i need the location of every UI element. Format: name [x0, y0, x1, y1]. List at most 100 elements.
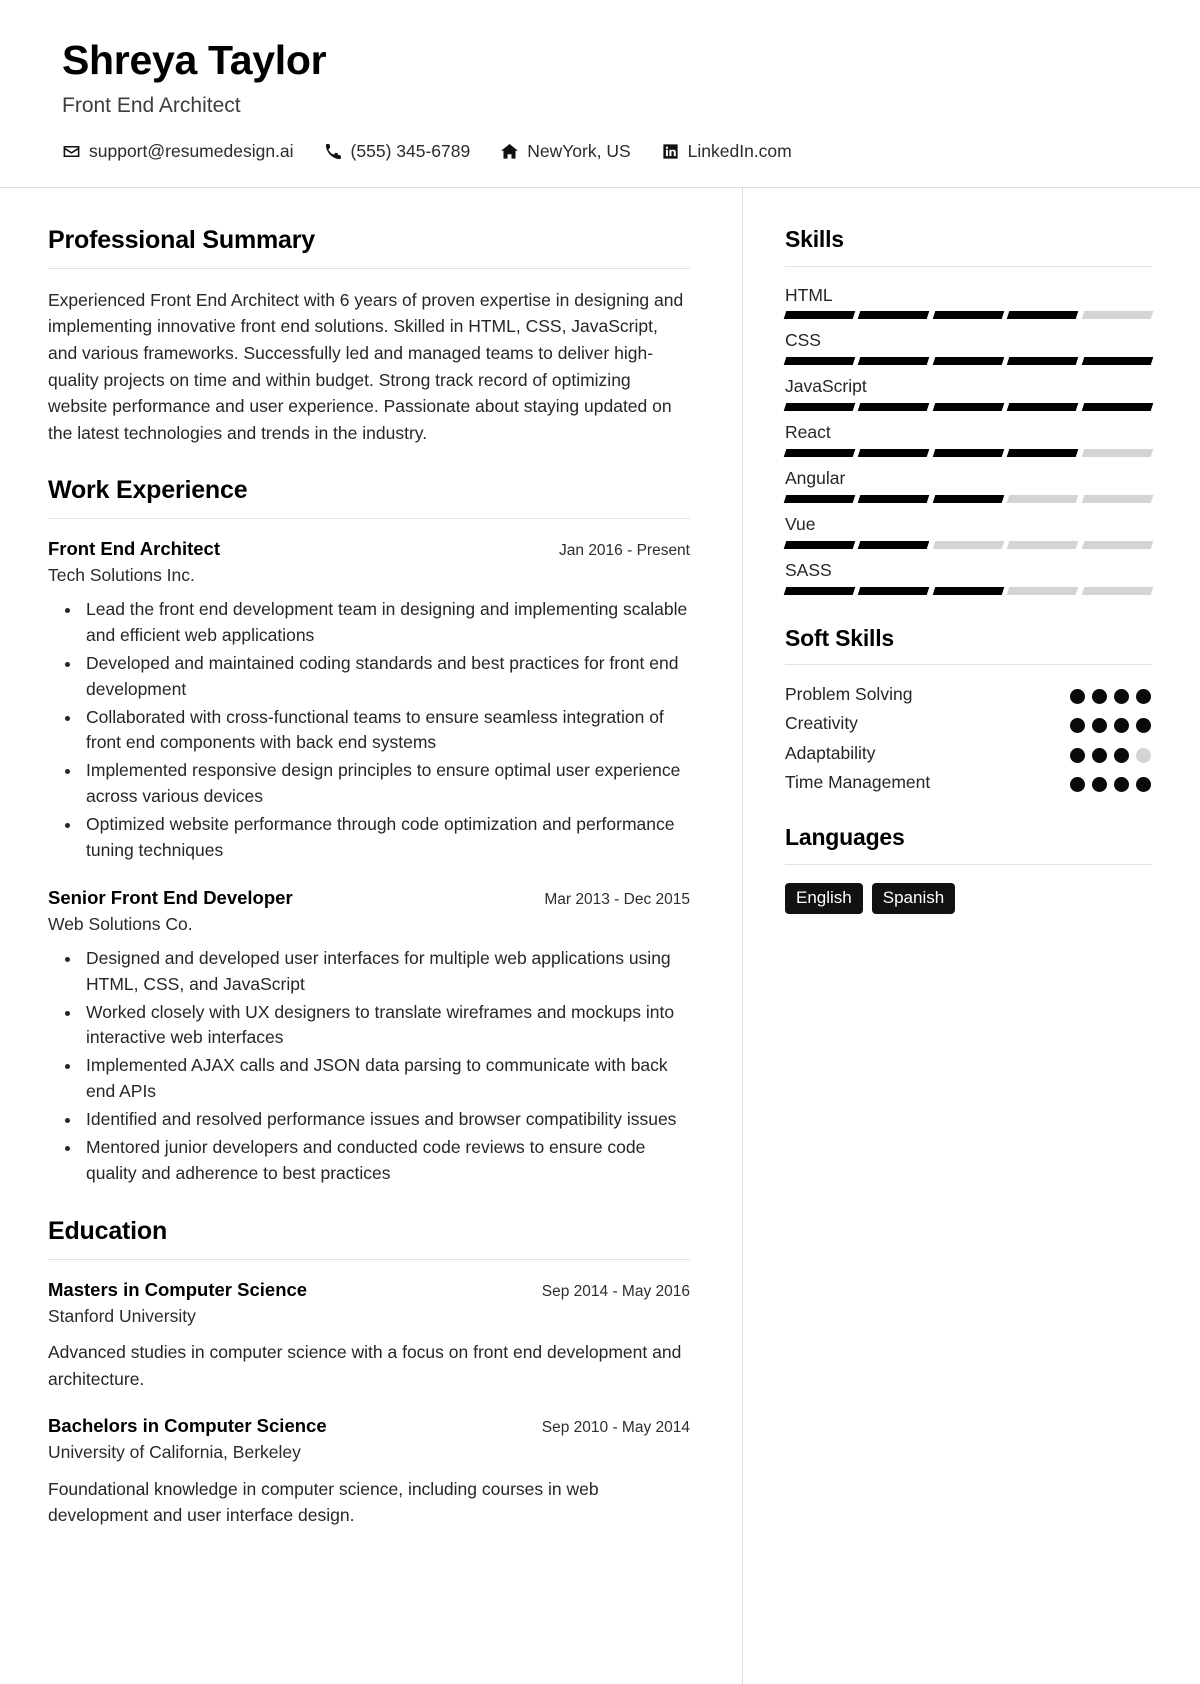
skill-segment: [1006, 357, 1079, 366]
rating-dot: [1070, 747, 1085, 763]
rating-dot: [1092, 776, 1107, 792]
skill-segment: [932, 311, 1005, 320]
sidebar-column: Skills HTML CSS JavaScript React Angular Vue S…: [742, 188, 1200, 1684]
experience-bullets: Designed and developed user interfaces f…: [48, 946, 690, 1187]
skill-level-bar: [783, 403, 1154, 412]
skill-segment: [783, 403, 856, 412]
skill-segment: [932, 540, 1005, 549]
rating-dot: [1092, 747, 1107, 763]
contact-location-text: NewYork, US: [527, 140, 631, 161]
section-work-experience: Work Experience Front End Architect Jan …: [48, 476, 690, 1186]
contact-email-text: support@resumedesign.ai: [89, 140, 294, 161]
section-divider: [48, 1258, 690, 1260]
education-degree: Masters in Computer Science: [48, 1278, 308, 1300]
skill-label: CSS: [785, 330, 821, 351]
skill-level-bar: [783, 449, 1154, 458]
list-item: Implemented AJAX calls and JSON data par…: [82, 1053, 690, 1105]
section-divider: [785, 664, 1152, 666]
envelope-icon: [62, 142, 81, 161]
education-entry-head: Masters in Computer Science Sep 2014 - M…: [48, 1278, 690, 1301]
rating-dot: [1114, 776, 1129, 792]
list-item: Optimized website performance through co…: [82, 812, 690, 864]
rating-dot: [1092, 718, 1107, 734]
section-title-skills: Skills: [785, 226, 844, 253]
education-description: Foundational knowledge in computer scien…: [48, 1478, 599, 1526]
languages-list: English Spanish: [785, 882, 1152, 914]
skill-row: CSS: [783, 330, 1154, 366]
skill-segment: [932, 357, 1005, 366]
skill-level-bar: [783, 311, 1154, 320]
section-title-experience: Work Experience: [48, 476, 248, 505]
skill-segment: [932, 586, 1005, 595]
soft-skill-rating: [1070, 683, 1152, 705]
rating-dot: [1070, 689, 1085, 705]
skills-list: HTML CSS JavaScript React Angular Vue SASS: [783, 284, 1154, 595]
education-date: Sep 2014 - May 2016: [541, 1282, 690, 1300]
soft-skill-row: Adaptability: [785, 742, 1152, 765]
contact-linkedin[interactable]: LinkedIn.com: [661, 142, 792, 161]
experience-date: Jan 2016 - Present: [559, 542, 690, 560]
skill-level-bar: [783, 586, 1154, 595]
home-icon: [500, 142, 519, 161]
phone-icon: [324, 142, 343, 161]
experience-role: Senior Front End Developer: [48, 886, 293, 908]
summary-text: Experienced Front End Architect with 6 y…: [48, 289, 684, 443]
section-education: Education Masters in Computer Science Se…: [48, 1217, 690, 1529]
skill-row: Angular: [783, 468, 1154, 503]
skill-segment: [1006, 311, 1079, 320]
skill-row: JavaScript: [783, 376, 1154, 412]
skill-segment: [858, 586, 931, 595]
skill-row: HTML: [783, 284, 1154, 320]
section-divider: [48, 518, 690, 520]
skill-segment: [783, 357, 856, 366]
skill-row: Vue: [783, 514, 1154, 549]
skill-segment: [783, 449, 856, 458]
education-description: Advanced studies in computer science wit…: [48, 1342, 682, 1389]
skill-label: HTML: [785, 284, 833, 305]
resume-header: Shreya Taylor Front End Architect suppor…: [0, 0, 1200, 189]
skill-segment: [1006, 586, 1079, 595]
skill-label: JavaScript: [785, 376, 867, 397]
education-entry-head: Bachelors in Computer Science Sep 2010 -…: [48, 1414, 690, 1437]
list-item: Identified and resolved performance issu…: [82, 1107, 690, 1133]
experience-bullets: Lead the front end development team in d…: [48, 597, 690, 864]
rating-dot: [1070, 718, 1085, 734]
contact-location[interactable]: NewYork, US: [500, 140, 631, 161]
rating-dot: [1136, 718, 1151, 734]
skill-segment: [1081, 494, 1154, 503]
skill-segment: [858, 449, 931, 458]
section-divider: [785, 265, 1152, 267]
contact-linkedin-text: LinkedIn.com: [687, 140, 792, 161]
contact-phone[interactable]: (555) 345-6789: [324, 142, 470, 161]
soft-skill-label: Adaptability: [785, 742, 876, 763]
skill-segment: [1081, 403, 1154, 412]
skill-segment: [858, 311, 931, 320]
rating-dot: [1114, 747, 1129, 763]
section-title-soft-skills: Soft Skills: [785, 624, 894, 651]
skill-segment: [858, 403, 931, 412]
experience-entry: Senior Front End Developer Mar 2013 - De…: [48, 886, 690, 1187]
skill-segment: [1081, 586, 1154, 595]
resume-body: Professional Summary Experienced Front E…: [0, 188, 1200, 1684]
skill-segment: [1006, 494, 1079, 503]
education-entry: Masters in Computer Science Sep 2014 - M…: [48, 1278, 690, 1392]
experience-entry-head: Front End Architect Jan 2016 - Present: [48, 537, 690, 560]
skill-level-bar: [783, 494, 1154, 503]
skill-label: React: [785, 422, 831, 443]
skill-segment: [1006, 403, 1079, 412]
rating-dot: [1136, 689, 1151, 705]
soft-skill-label: Problem Solving: [785, 684, 913, 705]
skill-level-bar: [783, 540, 1154, 549]
soft-skill-row: Problem Solving: [785, 683, 1152, 706]
soft-skill-label: Time Management: [785, 771, 931, 792]
skill-segment: [932, 403, 1005, 412]
skill-segment: [858, 357, 931, 366]
rating-dot: [1114, 718, 1129, 734]
skill-segment: [858, 494, 931, 503]
linkedin-icon: [661, 142, 680, 161]
list-item: Designed and developed user interfaces f…: [82, 946, 690, 998]
skill-row: React: [783, 422, 1154, 458]
contact-email[interactable]: support@resumedesign.ai: [62, 142, 294, 161]
soft-skill-rating: [1070, 742, 1152, 763]
experience-company: Web Solutions Co.: [48, 914, 193, 935]
